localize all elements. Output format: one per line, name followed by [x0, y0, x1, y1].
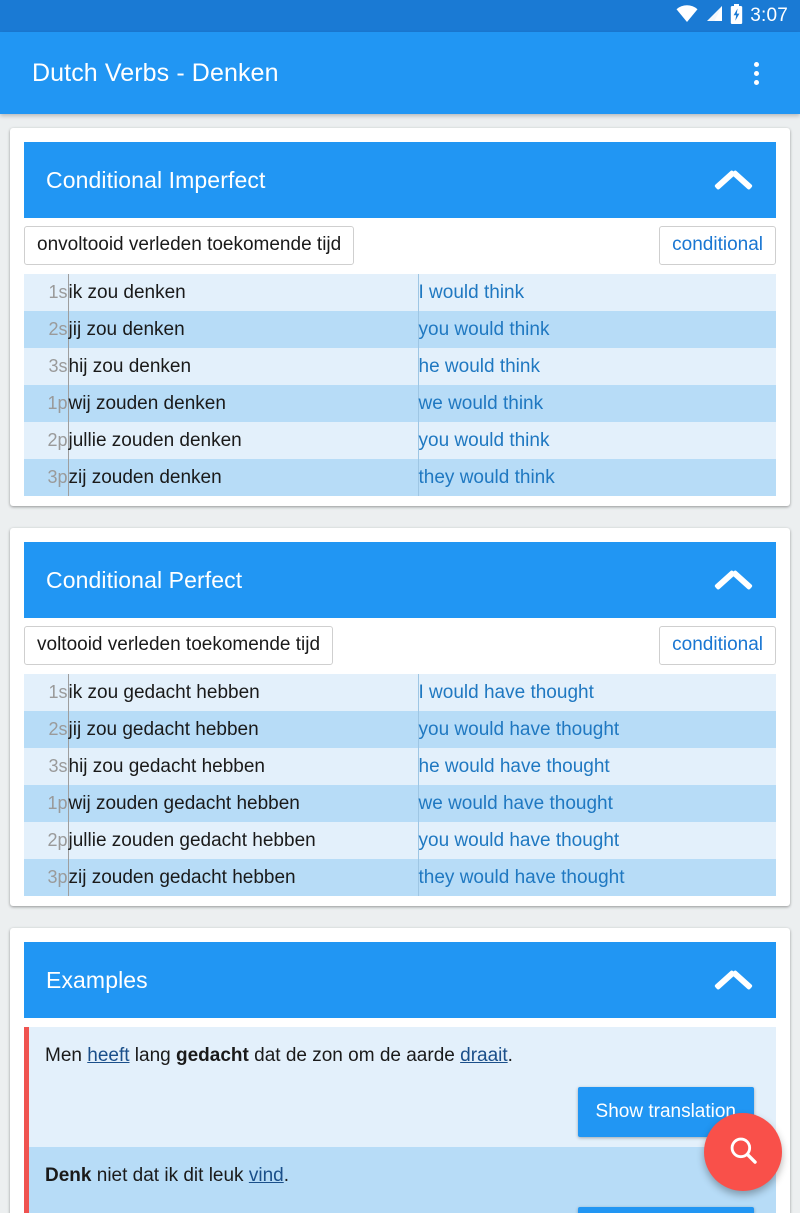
table-row: 2p jullie zouden gedacht hebben you woul…	[24, 822, 776, 859]
verb-translation: I would have thought	[417, 674, 776, 711]
battery-charging-icon	[730, 3, 743, 29]
person-label: 2p	[24, 422, 69, 459]
person-label: 1p	[24, 785, 69, 822]
table-row: 1p wij zouden denken we would think	[24, 385, 776, 422]
verb-translation: we would think	[417, 385, 776, 422]
verb-form: jij zou denken	[68, 318, 185, 340]
scroll-content[interactable]: Conditional Imperfect onvoltooid verlede…	[0, 114, 800, 1213]
examples-card-header[interactable]: Examples	[24, 942, 776, 1018]
person-label: 3s	[24, 748, 69, 785]
card-meta-row: onvoltooid verleden toekomende tijd cond…	[24, 218, 776, 274]
verb-form: zij zouden gedacht hebben	[68, 866, 296, 888]
example-word-plain: lang	[129, 1045, 176, 1066]
card-title: Conditional Imperfect	[46, 166, 266, 193]
tense-chip[interactable]: onvoltooid verleden toekomende tijd	[24, 226, 355, 265]
verb-form: hij zou gedacht hebben	[68, 755, 266, 777]
example-word-plain: niet dat ik dit leuk	[91, 1165, 249, 1186]
verb-translation: you would have thought	[417, 711, 776, 748]
card-header[interactable]: Conditional Perfect	[24, 542, 776, 618]
verb-form: ik zou gedacht hebben	[68, 681, 260, 703]
status-bar: 3:07	[0, 0, 800, 32]
verb-form: hij zou denken	[68, 355, 192, 377]
table-row: 3s hij zou gedacht hebben he would have …	[24, 748, 776, 785]
chevron-up-icon[interactable]	[714, 566, 754, 594]
person-label: 1s	[24, 674, 69, 711]
example-word-plain: dat de zon om de aarde	[248, 1045, 461, 1066]
verb-translation: you would think	[417, 422, 776, 459]
verb-translation: you would have thought	[417, 822, 776, 859]
cellular-signal-icon	[705, 5, 723, 27]
chevron-up-icon[interactable]	[714, 166, 754, 194]
example-sentence: Denk niet dat ik dit leuk vind.	[45, 1163, 760, 1189]
table-row: 2p jullie zouden denken you would think	[24, 422, 776, 459]
conjugation-table: 1s ik zou denken I would think 2s jij zo…	[24, 274, 776, 496]
status-clock: 3:07	[750, 5, 788, 26]
conjugation-table: 1s ik zou gedacht hebben I would have th…	[24, 674, 776, 896]
table-row: 2s jij zou denken you would think	[24, 311, 776, 348]
table-row: 3p zij zouden denken they would think	[24, 459, 776, 496]
person-label: 1p	[24, 385, 69, 422]
example-word-plain: .	[507, 1045, 513, 1066]
example-item: Denk niet dat ik dit leuk vind. Show tran…	[29, 1147, 776, 1213]
person-label: 2s	[24, 311, 69, 348]
table-row: 1s ik zou denken I would think	[24, 274, 776, 311]
card-meta-row: voltooid verleden toekomende tijd condit…	[24, 618, 776, 674]
person-label: 2p	[24, 822, 69, 859]
mood-chip[interactable]: conditional	[659, 226, 776, 265]
examples-card-title: Examples	[46, 966, 148, 993]
conjugation-cards: Conditional Imperfect onvoltooid verlede…	[10, 128, 790, 906]
card-title: Conditional Perfect	[46, 566, 243, 593]
table-row: 3s hij zou denken he would think	[24, 348, 776, 385]
verb-translation: he would think	[417, 348, 776, 385]
card-header[interactable]: Conditional Imperfect	[24, 142, 776, 218]
examples-card: Examples Men heeft lang gedacht dat de z…	[10, 928, 790, 1213]
verb-form: wij zouden denken	[68, 392, 226, 414]
verb-translation: you would think	[417, 311, 776, 348]
example-word-highlight: gedacht	[176, 1045, 249, 1066]
example-word-link[interactable]: vind	[249, 1165, 284, 1186]
table-row: 1s ik zou gedacht hebben I would have th…	[24, 674, 776, 711]
more-vert-icon[interactable]	[734, 51, 778, 95]
wifi-icon	[676, 5, 698, 27]
example-sentence: Men heeft lang gedacht dat de zon om de …	[45, 1043, 760, 1069]
page-title: Dutch Verbs - Denken	[32, 58, 279, 87]
show-translation-button[interactable]: Show translation	[577, 1207, 754, 1213]
search-fab-button[interactable]	[704, 1113, 782, 1191]
person-label: 1s	[24, 274, 69, 311]
person-label: 3p	[24, 459, 69, 496]
verb-translation: I would think	[417, 274, 776, 311]
verb-translation: they would have thought	[417, 859, 776, 896]
tense-chip[interactable]: voltooid verleden toekomende tijd	[24, 626, 334, 665]
chevron-up-icon[interactable]	[714, 966, 754, 994]
table-row: 1p wij zouden gedacht hebben we would ha…	[24, 785, 776, 822]
verb-form: wij zouden gedacht hebben	[68, 792, 300, 814]
verb-form: ik zou denken	[68, 281, 186, 303]
verb-form: jij zou gedacht hebben	[68, 718, 259, 740]
examples-list: Men heeft lang gedacht dat de zon om de …	[24, 1027, 776, 1213]
conjugation-card: Conditional Imperfect onvoltooid verlede…	[10, 128, 790, 506]
person-label: 3p	[24, 859, 69, 896]
example-item: Men heeft lang gedacht dat de zon om de …	[29, 1027, 776, 1147]
search-icon	[726, 1133, 760, 1172]
example-word-link[interactable]: heeft	[87, 1045, 129, 1066]
conjugation-card: Conditional Perfect voltooid verleden to…	[10, 528, 790, 906]
person-label: 3s	[24, 348, 69, 385]
person-label: 2s	[24, 711, 69, 748]
example-word-plain: Men	[45, 1045, 88, 1066]
verb-form: jullie zouden denken	[68, 429, 242, 451]
table-row: 2s jij zou gedacht hebben you would have…	[24, 711, 776, 748]
verb-translation: they would think	[417, 459, 776, 496]
mood-chip[interactable]: conditional	[659, 626, 776, 665]
verb-translation: we would have thought	[417, 785, 776, 822]
example-word-highlight: Denk	[45, 1165, 92, 1186]
example-word-plain: .	[283, 1165, 289, 1186]
example-word-link[interactable]: draait	[460, 1045, 508, 1066]
verb-form: jullie zouden gedacht hebben	[68, 829, 316, 851]
verb-translation: he would have thought	[417, 748, 776, 785]
verb-form: zij zouden denken	[68, 466, 222, 488]
table-row: 3p zij zouden gedacht hebben they would …	[24, 859, 776, 896]
app-bar: Dutch Verbs - Denken	[0, 32, 800, 114]
